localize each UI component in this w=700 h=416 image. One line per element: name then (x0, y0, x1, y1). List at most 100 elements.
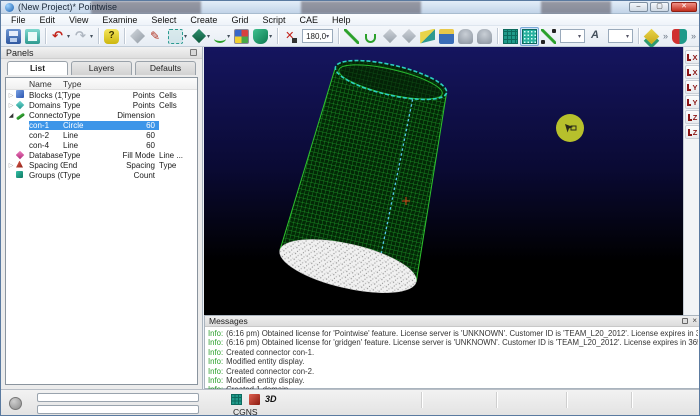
tree-row-groups-0[interactable]: Groups (0)TypeCount (6, 170, 197, 180)
minimize-button[interactable]: – (629, 2, 648, 12)
tree-row-blocks-1[interactable]: ▷Blocks (1)TypePointsCells (6, 90, 197, 100)
toolbar-overflow-icon[interactable]: » (689, 31, 698, 41)
mask-green-button[interactable]: ▾ (251, 27, 274, 46)
messages-panel: Messages × Info:(6:16 pm) Obtained licen… (204, 315, 700, 389)
grid-solid-button[interactable] (501, 27, 520, 46)
message-level: Info: (208, 357, 223, 366)
tree-row-connectors-1-3[interactable]: ◢Connectors (1/3)TypeDimension (6, 110, 197, 120)
tree-row-con-1[interactable]: con-1Circle60 (6, 120, 197, 130)
redo-button[interactable]: ▾ (72, 27, 95, 46)
status-field-1[interactable] (37, 393, 199, 402)
menu-file[interactable]: File (4, 14, 33, 26)
chevron-down-icon[interactable]: ▾ (67, 33, 70, 40)
arc-tool-button[interactable] (361, 27, 380, 46)
expander-icon[interactable]: ▷ (6, 92, 16, 99)
tab-list[interactable]: List (7, 61, 68, 75)
diamond-grey-button[interactable] (380, 27, 399, 46)
chevron-down-icon[interactable]: ▾ (326, 33, 329, 40)
chevron-down-icon[interactable]: ▾ (184, 33, 187, 40)
masks-tool-button[interactable] (670, 27, 689, 46)
panels-title: Panels (6, 48, 34, 58)
view-plus-x-button[interactable]: X (685, 50, 700, 64)
display-colors-button[interactable] (232, 27, 251, 46)
column-type[interactable]: Type (63, 79, 107, 89)
tree-row-domains-1-3[interactable]: ▷Domains (1/3)TypePointsCells (6, 100, 197, 110)
select-box-button[interactable]: ▾ (166, 27, 189, 46)
solver-icon[interactable] (249, 394, 260, 405)
view-plus-z-button[interactable]: Z (685, 110, 700, 124)
pin-icon[interactable] (190, 49, 197, 56)
chevron-down-icon[interactable]: ▾ (90, 33, 93, 40)
messages-close-icon[interactable]: × (692, 317, 697, 325)
menu-grid[interactable]: Grid (224, 14, 255, 26)
menu-create[interactable]: Create (183, 14, 224, 26)
tab-defaults[interactable]: Defaults (135, 61, 196, 75)
surface-tool-icon (420, 29, 435, 44)
connector-dim-button[interactable] (539, 27, 558, 46)
messages-header[interactable]: Messages × (205, 316, 700, 327)
tree-row-spacing-constrai[interactable]: ▷Spacing Constrai...EndSpacingType (6, 160, 197, 170)
diamond-tool-button[interactable]: ▾ (189, 27, 212, 46)
message-line: Info:(6:16 pm) Obtained license for 'Poi… (208, 329, 698, 338)
menu-view[interactable]: View (62, 14, 95, 26)
toolbar-overflow-icon[interactable]: » (661, 31, 670, 41)
help-button[interactable] (102, 27, 121, 46)
spacing-a-button[interactable] (587, 27, 606, 46)
title-bar[interactable]: (New Project)* Pointwise – ▢ ✕ (1, 1, 700, 14)
grid-mode-icon[interactable] (231, 394, 242, 405)
undo-button[interactable]: ▾ (49, 27, 72, 46)
expander-icon[interactable]: ▷ (6, 162, 16, 169)
axis-arrow-icon (688, 129, 692, 136)
chevron-down-icon[interactable]: ▾ (578, 33, 581, 40)
view-minus-x-button[interactable]: X (685, 65, 700, 79)
menu-script[interactable]: Script (255, 14, 292, 26)
view-plus-y-button[interactable]: Y (685, 80, 700, 94)
tab-layers[interactable]: Layers (71, 61, 132, 75)
chevron-down-icon[interactable]: ▾ (269, 33, 272, 40)
hand-button[interactable] (475, 27, 494, 46)
column-name[interactable]: Name (29, 79, 63, 89)
tree-row-con-2[interactable]: con-2Line60 (6, 130, 197, 140)
diamond-grey-button[interactable] (399, 27, 418, 46)
message-text: Modified entity display. (226, 376, 304, 385)
axis-letter: X (692, 69, 697, 76)
grid-points-button[interactable] (520, 27, 539, 46)
expander-icon[interactable]: ◢ (6, 112, 16, 119)
solid-tool-button[interactable] (437, 27, 456, 46)
messages-pin-icon[interactable] (682, 318, 688, 324)
tree-row-con-4[interactable]: con-4Line60 (6, 140, 197, 150)
menu-cae[interactable]: CAE (292, 14, 325, 26)
spacing-combo[interactable]: ▾ (608, 29, 633, 43)
close-button[interactable]: ✕ (671, 2, 697, 12)
tree-row-database-0[interactable]: Database (0)TypeFill ModeLine ... (6, 150, 197, 160)
list-column-header[interactable]: Name Type (6, 78, 197, 90)
open-button[interactable] (23, 27, 42, 46)
dimension-combo[interactable]: ▾ (560, 29, 585, 43)
blocks-icon (16, 90, 24, 98)
chevron-down-icon[interactable]: ▾ (626, 33, 629, 40)
curve-tool-button[interactable]: ▾ (212, 27, 232, 46)
angle-tool-button[interactable] (281, 27, 300, 46)
menu-select[interactable]: Select (144, 14, 183, 26)
view-minus-y-button[interactable]: Y (685, 95, 700, 109)
menu-edit[interactable]: Edit (33, 14, 63, 26)
maximize-button[interactable]: ▢ (650, 2, 669, 12)
surface-tool-button[interactable] (418, 27, 437, 46)
viewport-3d[interactable] (204, 47, 683, 315)
entity-c2: Type (63, 151, 107, 160)
status-field-2[interactable] (37, 405, 199, 414)
view-minus-z-button[interactable]: Z (685, 125, 700, 139)
save-button[interactable] (4, 27, 23, 46)
hand-button[interactable] (456, 27, 475, 46)
line-tool-button[interactable] (342, 27, 361, 46)
layers-tool-button[interactable] (642, 27, 661, 46)
eraser-button[interactable] (128, 27, 147, 46)
paintbrush-button[interactable] (147, 27, 166, 46)
chevron-down-icon[interactable]: ▾ (207, 33, 210, 40)
angle-combo[interactable]: 180,0▾ (302, 29, 333, 43)
menu-examine[interactable]: Examine (95, 14, 144, 26)
chevron-down-icon[interactable]: ▾ (227, 33, 230, 40)
viewport-canvas[interactable] (204, 47, 683, 315)
expander-icon[interactable]: ▷ (6, 102, 16, 109)
menu-help[interactable]: Help (325, 14, 358, 26)
